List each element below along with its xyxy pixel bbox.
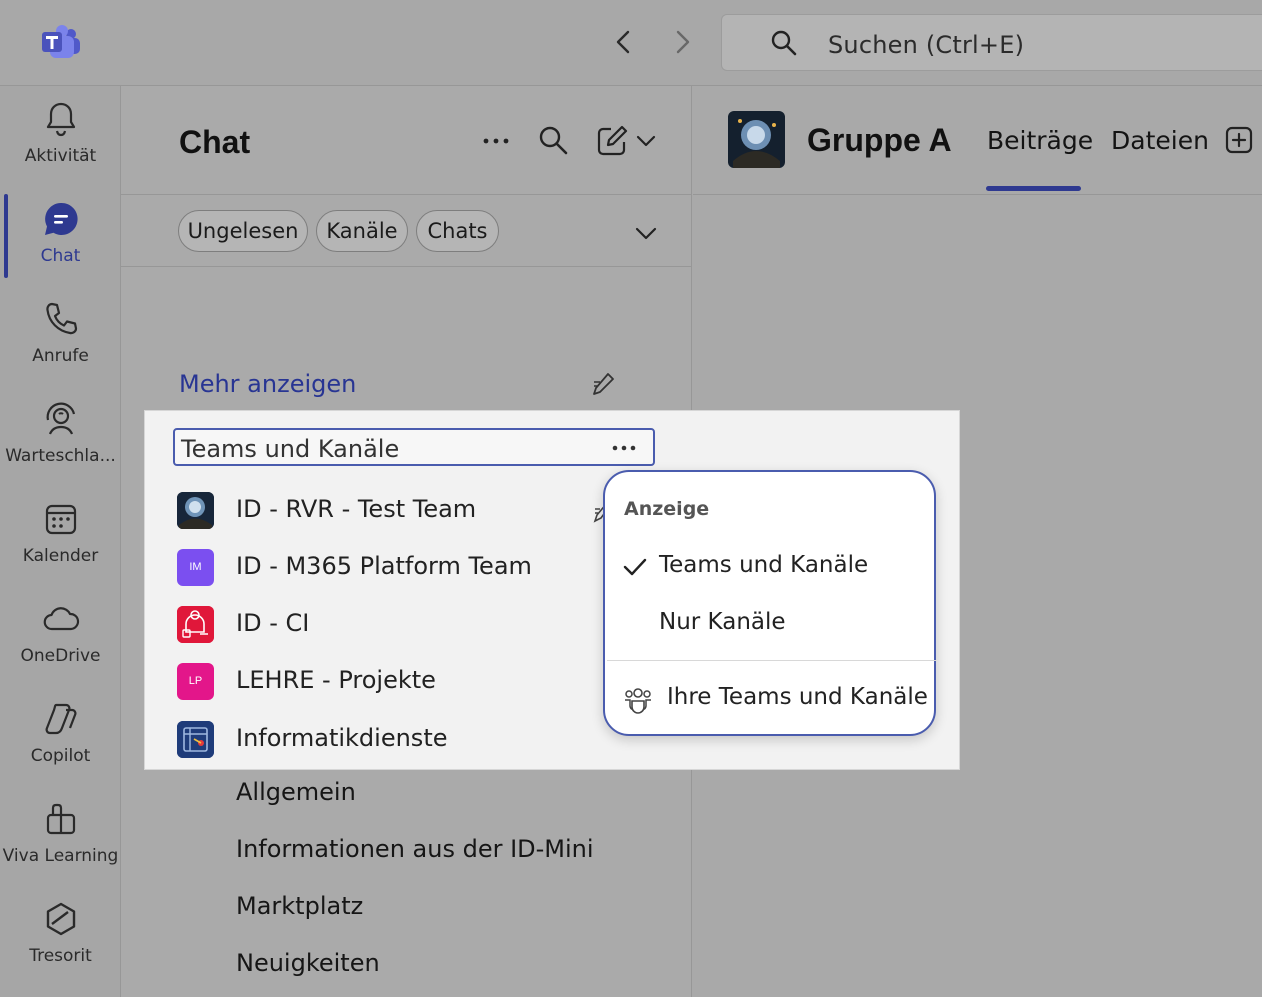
channel-item[interactable]: Informationen aus der ID-Mini [236,835,594,863]
filter-chats[interactable]: Chats [416,210,499,252]
rail-item-queues[interactable]: Warteschla... [0,400,121,496]
chat-icon [44,202,78,235]
team-avatar: IM [177,549,214,586]
team-name: Informatikdienste [236,724,448,752]
team-item[interactable]: ID - RVR - Test Team [177,490,617,530]
checkmark-icon [623,556,647,578]
divider [121,194,692,195]
rail-label: Anrufe [32,346,89,366]
tab-posts[interactable]: Beiträge [987,126,1093,155]
team-name: ID - M365 Platform Team [236,552,532,580]
divider [693,194,1262,195]
book-icon [46,803,75,835]
search-icon [770,29,798,57]
people-team-icon [623,684,653,714]
rail-item-tresorit[interactable]: Tresorit [0,900,121,996]
search-placeholder: Suchen (Ctrl+E) [828,31,1025,59]
team-avatar [177,721,214,758]
rail-label: Warteschla... [5,446,116,466]
filter-unread[interactable]: Ungelesen [178,210,308,252]
rail-label: Copilot [30,746,91,766]
menu-item-teams-and-channels[interactable]: Teams und Kanäle [605,544,934,590]
rail-item-activity[interactable]: Aktivität [0,100,121,196]
rail-label: Aktivität [24,146,97,166]
channel-item[interactable]: Allgemein [236,778,356,806]
search-box[interactable]: Suchen (Ctrl+E) [721,14,1262,71]
team-name: ID - RVR - Test Team [236,495,477,523]
tresorit-icon [46,902,75,936]
title-bar: Suchen (Ctrl+E) [0,0,1262,86]
rail-item-copilot[interactable]: Copilot [0,700,121,796]
teams-logo-icon[interactable] [40,24,82,62]
team-item[interactable]: LP LEHRE - Projekte [177,661,617,701]
team-avatar: LP [177,663,214,700]
team-avatar [177,606,214,643]
bell-icon [46,102,75,137]
filter-channels[interactable]: Kanäle [316,210,408,252]
forward-arrow-icon[interactable] [668,28,696,56]
chevron-down-icon[interactable] [635,130,657,152]
search-icon[interactable] [537,124,569,156]
team-item[interactable]: ID - CI [177,604,617,644]
rail-label: Tresorit [29,946,92,966]
view-options-menu: Anzeige Teams und Kanäle Nur Kanäle Ihre… [603,470,936,736]
menu-item-label: Teams und Kanäle [659,552,869,578]
tab-files[interactable]: Dateien [1111,126,1209,155]
new-chat-icon[interactable] [595,124,629,158]
teams-section-header[interactable]: Teams und Kanäle [173,428,655,466]
queue-icon [46,402,75,435]
divider [607,660,936,661]
menu-item-label: Nur Kanäle [659,609,786,635]
more-options-icon[interactable] [481,126,511,156]
menu-item-label: Ihre Teams und Kanäle [667,684,928,710]
conversation-title: Gruppe A [807,122,952,158]
phone-icon [45,302,77,335]
copilot-icon [45,703,76,735]
active-tab-indicator [986,186,1081,191]
menu-item-your-teams[interactable]: Ihre Teams und Kanäle [605,672,934,718]
back-arrow-icon[interactable] [610,28,638,56]
rail-item-onedrive[interactable]: OneDrive [0,600,121,696]
team-item[interactable]: IM ID - M365 Platform Team [177,547,617,587]
cloud-icon [43,607,79,631]
rail-item-chat[interactable]: Chat [0,200,121,296]
team-item[interactable]: Informatikdienste [177,719,617,759]
team-name: LEHRE - Projekte [236,666,436,694]
rail-label: Viva Learning [2,846,119,866]
more-options-icon[interactable] [611,438,637,458]
rail-item-calendar[interactable]: Kalender [0,500,121,596]
rail-item-viva-learning[interactable]: Viva Learning [0,800,121,896]
rail-label: Kalender [22,546,99,566]
edit-icon[interactable] [591,372,615,396]
app-rail: Aktivität Chat Anrufe Warteschla... Kale… [0,86,121,997]
rail-item-calls[interactable]: Anrufe [0,300,121,396]
menu-item-channels-only[interactable]: Nur Kanäle [605,601,934,647]
rail-label: Chat [40,246,81,266]
chevron-down-icon[interactable] [633,220,659,246]
show-more-link[interactable]: Mehr anzeigen [179,370,356,398]
rail-label: OneDrive [20,646,101,666]
add-tab-icon[interactable] [1225,126,1253,154]
calendar-icon [45,504,76,535]
team-avatar [177,492,214,529]
channel-item[interactable]: Marktplatz [236,892,363,920]
section-header-label: Teams und Kanäle [181,435,400,463]
divider [121,266,692,267]
menu-heading: Anzeige [624,498,710,520]
group-avatar [728,111,785,168]
page-title: Chat [179,124,251,160]
channel-item[interactable]: Neuigkeiten [236,949,380,977]
team-name: ID - CI [236,609,310,637]
